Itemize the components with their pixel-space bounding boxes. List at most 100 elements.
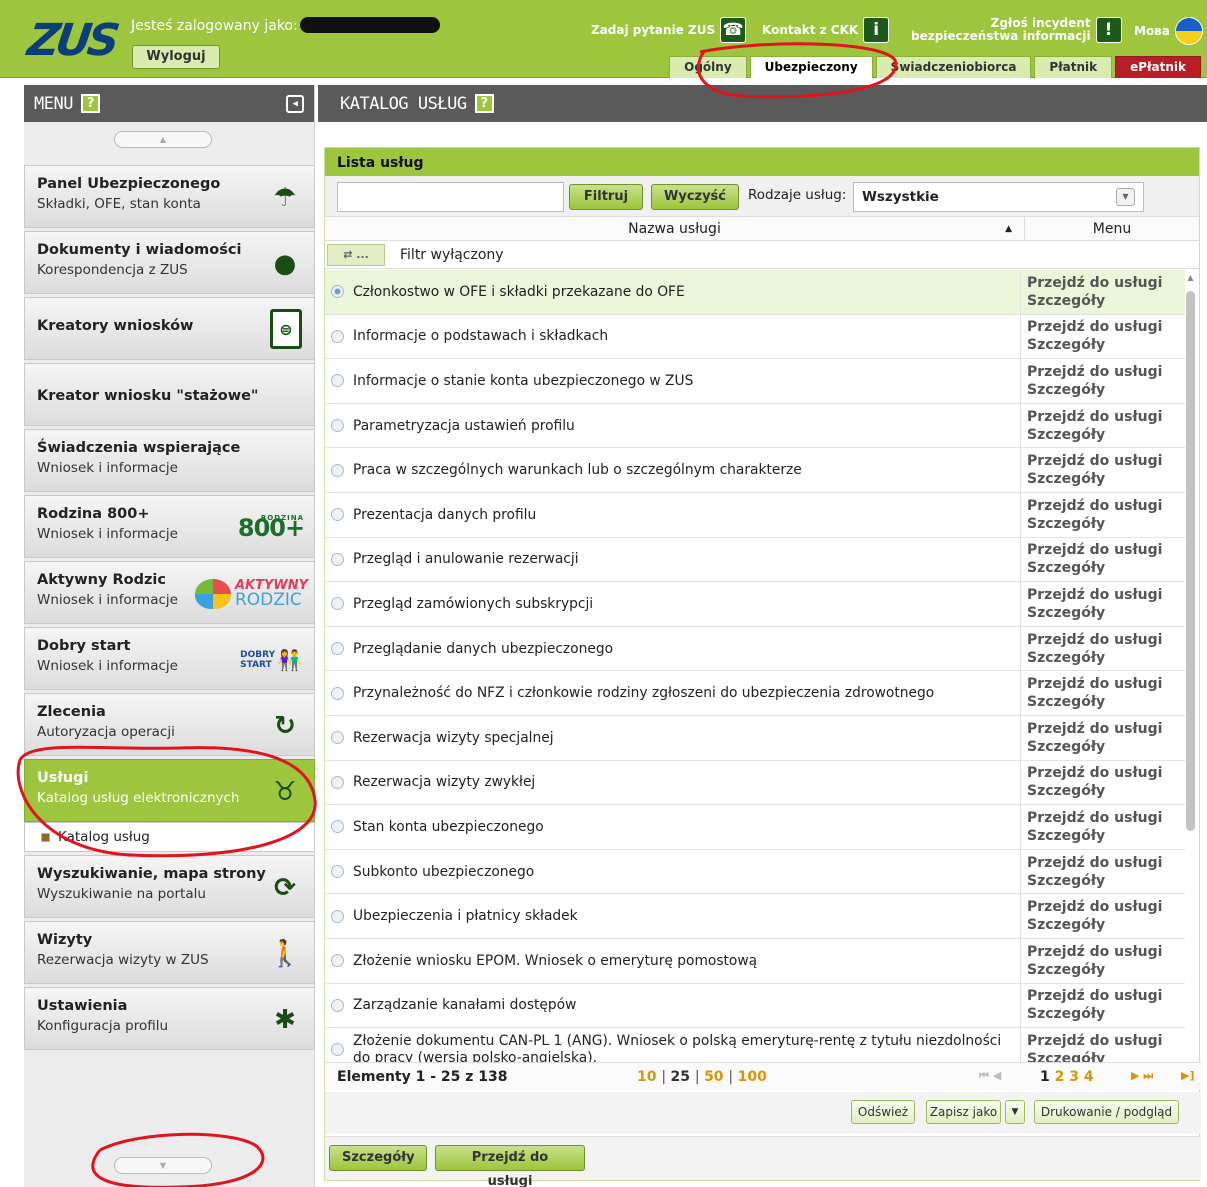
table-row[interactable]: Ubezpieczenia i płatnicy składek Przejdź … [325,894,1185,939]
row-radio-button[interactable] [331,508,344,522]
service-name-cell[interactable]: Informacje o podstawach i składkach [325,314,1021,359]
details-link[interactable]: Szczegóły [1027,426,1185,444]
row-radio-button[interactable] [331,1043,344,1057]
table-row[interactable]: Złożenie dokumentu CAN-PL 1 (ANG). Wnios… [325,1028,1185,1063]
sidebar-item-wizyty[interactable]: Wizyty Rezerwacja wizyty w ZUS 🚶 [24,921,315,984]
table-row[interactable]: Przeglądanie danych ubezpieczonego Przejd… [325,626,1185,672]
go-to-service-link[interactable]: Przejdź do usługi [1027,764,1185,782]
sidebar-item-rodzina-800[interactable]: Rodzina 800+ Wniosek i informacje RODZIN… [24,495,315,558]
filter-button[interactable]: Filtruj [569,184,643,210]
sidebar-item-aktywny-rodzic[interactable]: Aktywny Rodzic Wniosek i informacje AKTY… [24,561,315,624]
language-switch[interactable]: Мова [1134,17,1203,45]
page-3[interactable]: 3 [1069,1069,1079,1085]
filter-input[interactable] [337,182,564,212]
table-row[interactable]: Rezerwacja wizyty specjalnej Przejdź do u… [325,715,1185,761]
page-size-25[interactable]: 25 [671,1069,690,1085]
details-link[interactable]: Szczegóły [1027,470,1185,488]
column-header-name[interactable]: Nazwa usługi ▲ [325,217,1024,240]
table-scrollbar[interactable]: ▲ [1185,273,1196,1063]
go-to-service-link[interactable]: Przejdź do usługi [1027,720,1185,738]
details-link[interactable]: Szczegóły [1027,1005,1185,1023]
row-radio-button[interactable] [331,642,344,656]
sidebar-subitem-katalog-uslug[interactable]: Katalog usług [24,822,315,852]
service-types-select[interactable]: Wszystkie ▼ [853,182,1144,212]
refresh-button[interactable]: Odśwież [851,1100,915,1124]
service-name-cell[interactable]: Złożenie wniosku EPOM. Wniosek o emerytu… [325,938,1021,983]
save-as-button[interactable]: Zapisz jako [926,1100,1001,1124]
go-to-service-link[interactable]: Przejdź do usługi [1027,631,1185,649]
service-name-cell[interactable]: Złożenie dokumentu CAN-PL 1 (ANG). Wnios… [325,1028,1021,1063]
goto-page-icon[interactable]: ▶] [1181,1069,1195,1082]
save-as-dropdown-icon[interactable]: ▼ [1005,1100,1025,1124]
filter-toggle-button[interactable]: ⇄ ... [327,243,385,266]
menu-scroll-down-button[interactable]: ▼ [114,1157,212,1174]
go-to-service-button[interactable]: Przejdź do usługi [435,1145,585,1187]
details-link[interactable]: Szczegóły [1027,782,1185,800]
service-name-cell[interactable]: Prezentacja danych profilu [325,492,1021,537]
sidebar-item-panel-ubezpieczonego[interactable]: Panel Ubezpieczonego Składki, OFE, stan … [24,165,315,228]
go-to-service-link[interactable]: Przejdź do usługi [1027,809,1185,827]
sidebar-item-dokumenty[interactable]: Dokumenty i wiadomości Korespondencja z … [24,231,315,294]
table-row[interactable]: Zarządzanie kanałami dostępów Przejdź do … [325,983,1185,1029]
tab-ogolny[interactable]: Ogólny [669,56,747,78]
details-link[interactable]: Szczegóły [1027,604,1185,622]
table-row[interactable]: Członkostwo w OFE i składki przekazane d… [325,270,1185,315]
service-name-cell[interactable]: Przegląd i anulowanie rezerwacji [325,537,1021,582]
table-row[interactable]: Przynależność do NFZ i członkowie rodzin… [325,671,1185,716]
row-radio-button[interactable] [331,954,344,968]
service-name-cell[interactable]: Informacje o stanie konta ubezpieczonego… [325,359,1021,403]
table-row[interactable]: Informacje o stanie konta ubezpieczonego… [325,359,1185,404]
go-to-service-link[interactable]: Przejdź do usługi [1027,987,1185,1005]
table-row[interactable]: Prezentacja danych profilu Przejdź do usł… [325,492,1185,538]
go-to-service-link[interactable]: Przejdź do usługi [1027,408,1185,426]
page-size-10[interactable]: 10 [637,1069,656,1085]
table-row[interactable]: Rezerwacja wizyty zwykłej Przejdź do usłu… [325,760,1185,806]
ask-zus-link[interactable]: Zadaj pytanie ZUS ☎ [591,17,747,43]
go-to-service-link[interactable]: Przejdź do usługi [1027,363,1185,381]
report-incident-link[interactable]: Zgłoś incydent bezpieczeństwa informacji … [911,17,1122,43]
details-link[interactable]: Szczegóły [1027,961,1185,979]
logout-button[interactable]: Wyloguj [132,45,220,69]
go-to-service-link[interactable]: Przejdź do usługi [1027,541,1185,559]
details-link[interactable]: Szczegóły [1027,649,1185,667]
row-radio-button[interactable] [331,820,344,834]
row-radio-button[interactable] [331,463,344,477]
page-size-100[interactable]: 100 [738,1069,767,1085]
details-link[interactable]: Szczegóły [1027,292,1185,310]
scrollbar-thumb[interactable] [1186,291,1195,831]
details-link[interactable]: Szczegóły [1027,381,1185,399]
row-radio-button[interactable] [331,419,344,433]
page-2[interactable]: 2 [1055,1069,1065,1085]
service-name-cell[interactable]: Przegląd zamówionych subskrypcji [325,582,1021,626]
details-link[interactable]: Szczegóły [1027,872,1185,890]
go-to-service-link[interactable]: Przejdź do usługi [1027,898,1185,916]
row-radio-button[interactable] [331,329,344,343]
go-to-service-link[interactable]: Przejdź do usługi [1027,318,1185,336]
table-row[interactable]: Złożenie wniosku EPOM. Wniosek o emerytu… [325,938,1185,984]
sidebar-item-uslugi[interactable]: Usługi Katalog usług elektronicznych ♉ [24,759,315,822]
service-name-cell[interactable]: Ubezpieczenia i płatnicy składek [325,894,1021,938]
go-to-service-link[interactable]: Przejdź do usługi [1027,274,1185,292]
table-row[interactable]: Subkonto ubezpieczonego Przejdź do usługi… [325,849,1185,895]
service-name-cell[interactable]: Rezerwacja wizyty specjalnej [325,715,1021,760]
row-radio-button[interactable] [331,865,344,879]
tab-swiadczeniobiorca[interactable]: Świadczeniobiorca [875,56,1032,78]
row-radio-button[interactable] [331,909,344,923]
row-radio-button[interactable] [331,374,344,388]
sidebar-item-swiadczenia-wspierajace[interactable]: Świadczenia wspierające Wniosek i inform… [24,429,315,492]
clear-button[interactable]: Wyczyść [651,184,739,210]
table-row[interactable]: Stan konta ubezpieczonego Przejdź do usłu… [325,805,1185,850]
row-radio-button[interactable] [331,998,344,1012]
row-radio-button[interactable] [331,552,344,566]
row-radio-button[interactable] [331,285,344,299]
service-name-cell[interactable]: Parametryzacja ustawień profilu [325,403,1021,448]
details-link[interactable]: Szczegóły [1027,515,1185,533]
service-name-cell[interactable]: Zarządzanie kanałami dostępów [325,983,1021,1028]
page-help-icon[interactable]: ? [474,94,494,113]
tab-eplatnik[interactable]: ePłatnik [1115,56,1201,78]
next-last-page-icon[interactable]: ▶ ⏭ [1131,1069,1153,1083]
go-to-service-link[interactable]: Przejdź do usługi [1027,452,1185,470]
menu-scroll-up-button[interactable]: ▲ [114,131,212,148]
service-name-cell[interactable]: Rezerwacja wizyty zwykłej [325,760,1021,805]
table-row[interactable]: Informacje o podstawach i składkach Przej… [325,314,1185,360]
